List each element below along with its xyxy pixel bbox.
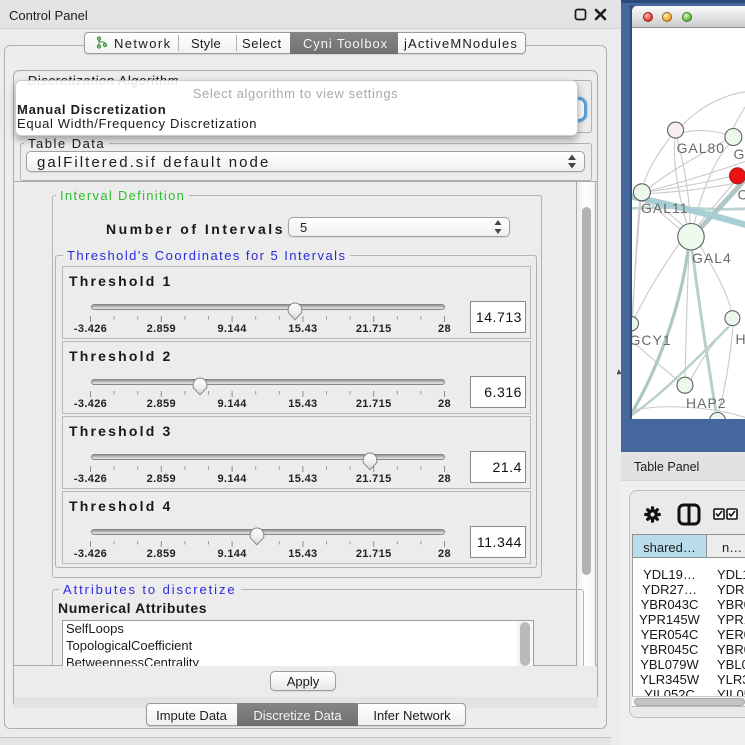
svg-text:GA: GA [734, 146, 745, 162]
svg-text:GAL4: GAL4 [692, 250, 732, 266]
svg-text:C: C [738, 186, 745, 202]
svg-text:GAL80: GAL80 [677, 140, 726, 156]
svg-text:HAP2: HAP2 [686, 395, 727, 411]
svg-text:GAL11: GAL11 [641, 200, 689, 216]
svg-text:GCY1: GCY1 [632, 332, 672, 348]
svg-text:H: H [736, 331, 745, 347]
